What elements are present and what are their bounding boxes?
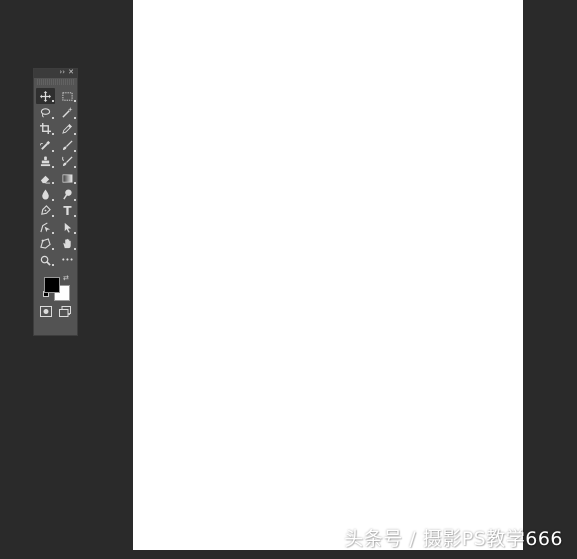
pen-icon [41,205,51,216]
more-tools[interactable]: ••• [58,252,77,268]
ellipsis-icon: ••• [61,255,74,264]
flyout-indicator [74,149,76,152]
hand-tool[interactable] [58,236,77,252]
clone-stamp-icon [40,156,51,167]
shape-icon [40,238,51,249]
flyout-indicator [74,100,76,103]
swap-colors-icon[interactable]: ⇄ [63,274,69,282]
eraser-icon [40,175,51,184]
gradient-icon [62,174,73,183]
type-icon: T [63,203,72,218]
flyout-indicator [52,149,54,152]
healing-brush-tool[interactable] [36,137,55,153]
flyout-indicator [52,116,54,119]
flyout-indicator [52,215,54,218]
flyout-indicator [52,165,54,168]
flyout-indicator [74,116,76,119]
foreground-color-swatch[interactable] [44,277,60,294]
quick-mask-button[interactable] [40,306,53,318]
zoom-icon [40,255,51,266]
close-icon[interactable]: ✕ [68,68,74,77]
history-brush-tool[interactable] [58,154,77,170]
watermark-text: 头条号 / 摄影PS教学666 [344,528,563,550]
flyout-indicator [74,215,76,218]
hand-icon [63,239,71,249]
path-selection-icon [40,222,51,233]
clone-stamp-tool[interactable] [36,154,55,170]
flyout-indicator [52,264,54,267]
history-brush-icon [62,156,73,167]
brush-icon [62,140,73,150]
brush-tool[interactable] [58,137,77,153]
lasso-icon [40,108,51,118]
arrow-icon [64,222,72,233]
collapse-icon[interactable]: ›› [59,68,65,77]
flyout-indicator [52,231,54,234]
rectangular-marquee-tool[interactable] [58,88,77,104]
eyedropper-tool[interactable] [58,121,77,137]
flyout-indicator [74,198,76,201]
move-tool[interactable] [36,88,55,105]
flyout-indicator [74,182,76,185]
flyout-indicator [52,100,54,103]
type-tool[interactable]: T [58,203,77,219]
flyout-indicator [74,133,76,136]
screen-mode-icon [58,306,71,318]
blur-icon [42,189,49,200]
quick-mask-icon [40,306,53,318]
tool-grid: T ••• [34,85,77,268]
flyout-indicator [74,165,76,168]
move-icon [40,90,51,102]
rectangle-tool[interactable] [36,236,55,252]
zoom-tool[interactable] [36,252,55,268]
flyout-indicator [52,133,54,136]
flyout-indicator [67,313,70,316]
magic-wand-tool[interactable] [58,104,77,120]
gradient-tool[interactable] [58,170,77,186]
crop-icon [40,123,51,135]
dodge-tool[interactable] [58,186,77,202]
magic-wand-icon [62,107,73,118]
eyedropper-icon [62,124,73,135]
lasso-tool[interactable] [36,104,55,120]
flyout-indicator [52,182,54,185]
color-swatches: ⇄ [34,272,77,302]
crop-tool[interactable] [36,121,55,137]
healing-brush-icon [40,140,51,150]
panel-header[interactable]: ›› ✕ [34,68,77,78]
toolbar-bottom-row [34,302,77,318]
screen-mode-button[interactable] [58,306,71,318]
pen-tool[interactable] [36,203,55,219]
blur-tool[interactable] [36,186,55,202]
path-selection-tool[interactable] [36,219,55,235]
dodge-icon [63,189,72,200]
flyout-indicator [52,247,54,250]
eraser-tool[interactable] [36,170,55,186]
flyout-indicator [74,231,76,234]
flyout-indicator [52,198,54,201]
marquee-icon [62,92,73,101]
tools-panel: ›› ✕ T ••• ⇄ [33,68,78,336]
panel-grip[interactable] [37,79,74,85]
direct-selection-tool[interactable] [58,219,77,235]
document-canvas[interactable] [133,0,523,550]
flyout-indicator [74,247,76,250]
